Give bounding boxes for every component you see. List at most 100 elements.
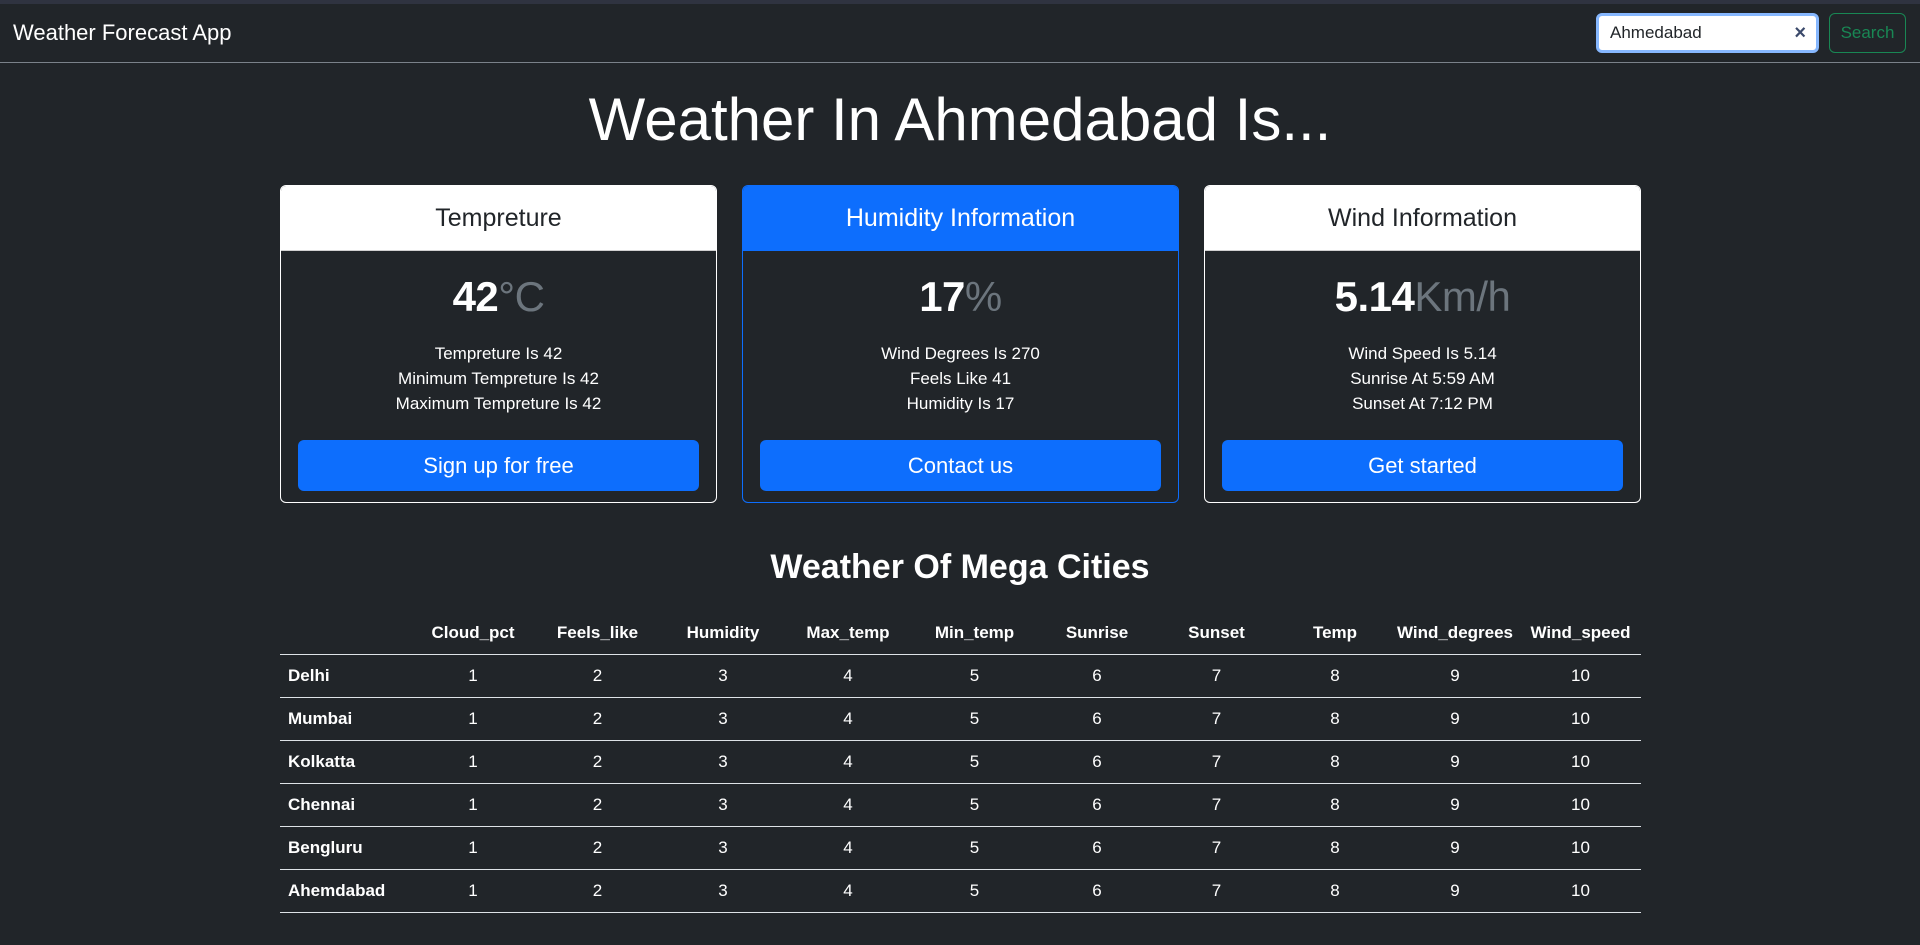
city-name: Ahemdabad	[280, 869, 409, 913]
table-cell: 2	[537, 826, 658, 870]
table-cell: 9	[1390, 654, 1520, 698]
value: 42	[452, 273, 499, 320]
table-cell: 10	[1520, 740, 1641, 784]
detail-line: Wind Degrees Is 270	[881, 344, 1040, 363]
table-row: Bengluru 1 2 3 4 5 6 7 8 9 10	[280, 826, 1641, 870]
table-cell: 5	[908, 740, 1041, 784]
table-row: Kolkatta 1 2 3 4 5 6 7 8 9 10	[280, 740, 1641, 784]
column-header: Humidity	[658, 612, 788, 655]
temperature-value: 42°C	[298, 269, 699, 325]
card-body: 17% Wind Degrees Is 270 Feels Like 41 Hu…	[743, 251, 1178, 491]
table-cell: 1	[409, 697, 537, 741]
table-cell: 8	[1280, 783, 1390, 827]
table-cell: 6	[1041, 826, 1153, 870]
table-cell: 8	[1280, 826, 1390, 870]
table-cell: 1	[409, 783, 537, 827]
table-cell: 5	[908, 654, 1041, 698]
table-cell: 2	[537, 869, 658, 913]
detail-line: Wind Speed Is 5.14	[1348, 344, 1497, 363]
search-button[interactable]: Search	[1829, 13, 1906, 53]
table-cell: 3	[658, 740, 788, 784]
unit: °C	[498, 273, 545, 320]
table-cell: 1	[409, 869, 537, 913]
table-cell: 6	[1041, 869, 1153, 913]
table-title: Weather Of Mega Cities	[770, 548, 1150, 586]
table-cell: 9	[1390, 826, 1520, 870]
city-name: Mumbai	[280, 697, 409, 741]
table-cell: 9	[1390, 697, 1520, 741]
search-box: ×	[1596, 13, 1819, 53]
card-details: Wind Speed Is 5.14 Sunrise At 5:59 AM Su…	[1222, 341, 1623, 416]
search-input[interactable]	[1599, 23, 1769, 43]
wind-value: 5.14Km/h	[1222, 269, 1623, 325]
table-cell: 4	[788, 697, 908, 741]
contact-us-button[interactable]: Contact us	[760, 440, 1161, 491]
table-cell: 5	[908, 783, 1041, 827]
table-cell: 1	[409, 654, 537, 698]
table-cell: 2	[537, 654, 658, 698]
detail-line: Feels Like 41	[909, 369, 1012, 388]
table-cell: 4	[788, 869, 908, 913]
column-header: Max_temp	[788, 612, 908, 655]
table-cell: 2	[537, 697, 658, 741]
column-header: Temp	[1280, 612, 1390, 655]
table-cell: 4	[788, 826, 908, 870]
table-cell: 3	[658, 826, 788, 870]
column-header: Wind_speed	[1520, 612, 1641, 655]
mega-cities-table: Cloud_pct Feels_like Humidity Max_temp M…	[280, 612, 1641, 913]
card-header: Wind Information	[1205, 186, 1640, 251]
table-cell: 5	[908, 697, 1041, 741]
column-header: Sunrise	[1041, 612, 1153, 655]
city-name: Kolkatta	[280, 740, 409, 784]
table-cell: 10	[1520, 869, 1641, 913]
table-cell: 6	[1041, 697, 1153, 741]
column-header: Feels_like	[537, 612, 658, 655]
table-cell: 10	[1520, 697, 1641, 741]
table-cell: 1	[409, 826, 537, 870]
sign-up-button[interactable]: Sign up for free	[298, 440, 699, 491]
table-cell: 10	[1520, 826, 1641, 870]
table-cell: 7	[1153, 654, 1280, 698]
column-header	[280, 612, 409, 655]
card-body: 42°C Tempreture Is 42 Minimum Tempreture…	[281, 251, 716, 491]
table-row: Chennai 1 2 3 4 5 6 7 8 9 10	[280, 783, 1641, 827]
card-details: Wind Degrees Is 270 Feels Like 41 Humidi…	[760, 341, 1161, 416]
table-cell: 9	[1390, 783, 1520, 827]
table-cell: 5	[908, 869, 1041, 913]
table-cell: 7	[1153, 783, 1280, 827]
navbar: Weather Forecast App × Search	[0, 4, 1920, 63]
table-row: Mumbai 1 2 3 4 5 6 7 8 9 10	[280, 697, 1641, 741]
get-started-button[interactable]: Get started	[1222, 440, 1623, 491]
column-header: Wind_degrees	[1390, 612, 1520, 655]
table-cell: 7	[1153, 869, 1280, 913]
table-cell: 9	[1390, 869, 1520, 913]
table-cell: 8	[1280, 654, 1390, 698]
table-cell: 6	[1041, 654, 1153, 698]
unit: Km/h	[1414, 273, 1511, 320]
column-header: Min_temp	[908, 612, 1041, 655]
table-cell: 4	[788, 783, 908, 827]
table-cell: 10	[1520, 783, 1641, 827]
detail-line: Tempreture Is 42	[434, 344, 563, 363]
weather-cards: Tempreture 42°C Tempreture Is 42 Minimum…	[280, 185, 1641, 503]
table-cell: 1	[409, 740, 537, 784]
table-cell: 6	[1041, 740, 1153, 784]
table-header-row: Cloud_pct Feels_like Humidity Max_temp M…	[280, 612, 1641, 655]
table-row: Ahemdabad 1 2 3 4 5 6 7 8 9 10	[280, 869, 1641, 913]
unit: %	[964, 273, 1002, 320]
card-header: Humidity Information	[743, 186, 1178, 251]
table-cell: 8	[1280, 740, 1390, 784]
detail-line: Sunrise At 5:59 AM	[1350, 369, 1495, 388]
table-cell: 4	[788, 740, 908, 784]
card-header: Tempreture	[281, 186, 716, 251]
wind-card: Wind Information 5.14Km/h Wind Speed Is …	[1204, 185, 1641, 503]
humidity-value: 17%	[760, 269, 1161, 325]
table-cell: 5	[908, 826, 1041, 870]
city-name: Bengluru	[280, 826, 409, 870]
column-header: Sunset	[1153, 612, 1280, 655]
detail-line: Sunset At 7:12 PM	[1352, 394, 1493, 413]
clear-icon[interactable]: ×	[1794, 23, 1806, 43]
page-title: Weather In Ahmedabad Is...	[588, 86, 1332, 153]
city-name: Chennai	[280, 783, 409, 827]
brand-link[interactable]: Weather Forecast App	[13, 20, 232, 46]
